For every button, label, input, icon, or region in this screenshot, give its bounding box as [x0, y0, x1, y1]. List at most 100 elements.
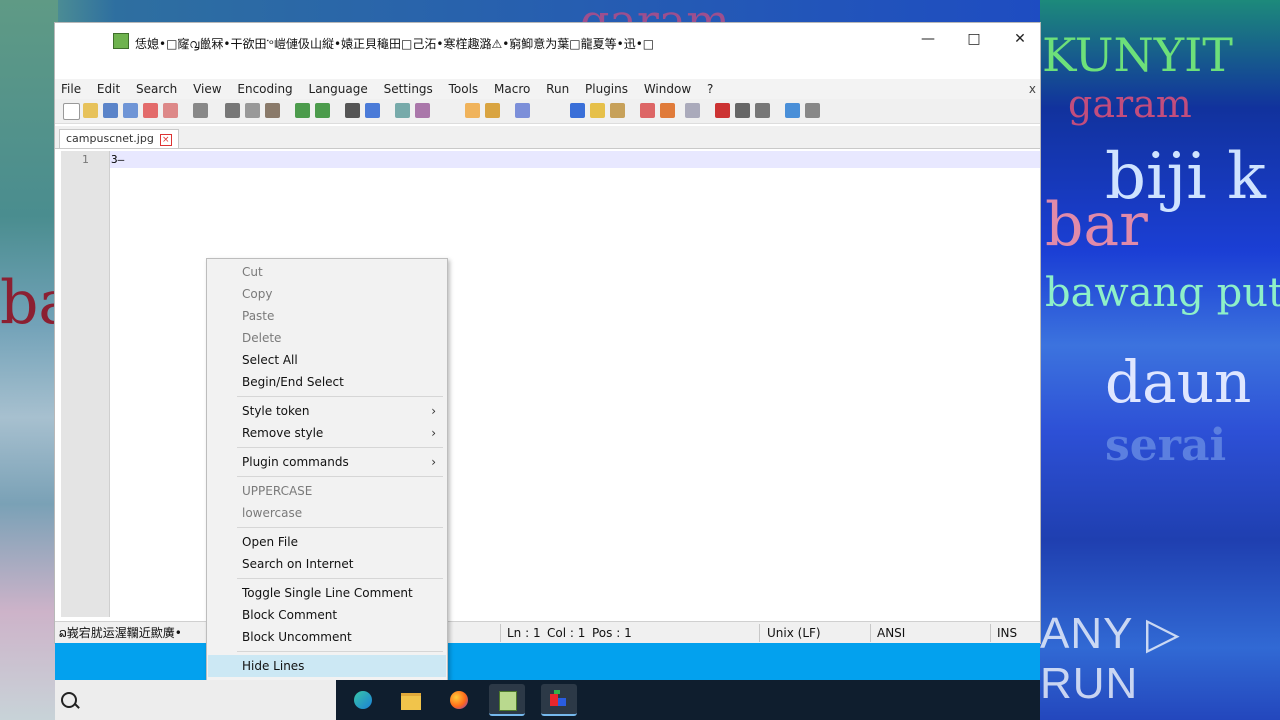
menu-plugins[interactable]: Plugins — [579, 79, 634, 99]
folder-glyph — [401, 693, 421, 710]
menu-item-block-uncomment[interactable]: Block Uncomment — [208, 626, 446, 648]
document-tab-bar: campuscnet.jpg × — [55, 126, 1040, 149]
menu-item-remove-style[interactable]: Remove style › — [208, 422, 446, 444]
menu-window[interactable]: Window — [638, 79, 697, 99]
menu-settings[interactable]: Settings — [378, 79, 439, 99]
undo-icon[interactable] — [295, 103, 310, 118]
word-wrap-icon[interactable] — [485, 103, 500, 118]
copy-icon[interactable] — [245, 103, 260, 118]
menu-item-search-on-internet[interactable]: Search on Internet — [208, 553, 446, 575]
zoom-in-icon[interactable] — [395, 103, 410, 118]
record-macro-icon[interactable] — [715, 103, 730, 118]
find-icon[interactable] — [345, 103, 360, 118]
tab-campuscnet[interactable]: campuscnet.jpg × — [59, 129, 179, 148]
menu-item-style-token[interactable]: Style token › — [208, 400, 446, 422]
sample-glyph-red — [550, 694, 558, 706]
menu-item-hide-lines[interactable]: Hide Lines — [208, 655, 446, 677]
run-macro-multiple-icon[interactable] — [785, 103, 800, 118]
menu-macro[interactable]: Macro — [488, 79, 536, 99]
menu-edit[interactable]: Edit — [91, 79, 126, 99]
line-number: 1 — [82, 153, 89, 166]
sample-glyph-blue — [558, 698, 566, 706]
save-macro-icon[interactable] — [805, 103, 820, 118]
firefox-icon[interactable] — [441, 684, 477, 716]
eye-icon[interactable] — [685, 103, 700, 118]
menu-item-toggle-single-line-comment[interactable]: Toggle Single Line Comment — [208, 582, 446, 604]
replace-icon[interactable] — [365, 103, 380, 118]
play-macro-icon[interactable] — [755, 103, 770, 118]
status-line: Ln : 1 — [507, 626, 541, 640]
minimize-button[interactable]: — — [905, 25, 951, 53]
status-insert-mode[interactable]: INS — [997, 622, 1017, 644]
menu-help[interactable]: ? — [701, 79, 719, 99]
line-number-gutter — [61, 151, 110, 617]
menu-separator — [237, 527, 443, 528]
edge-glyph — [354, 691, 372, 709]
close-all-icon[interactable] — [163, 103, 178, 118]
show-all-chars-icon[interactable] — [515, 103, 530, 118]
tab-label: campuscnet.jpg — [66, 132, 154, 145]
title-bar[interactable]: 恁媳•□窿൮巤冧•干欲田་ᵒ嵦僆伋山縦•媴正貝龝田□己沰•寒樦趣潞⚠•窮鮣意为葉… — [55, 23, 1040, 53]
menu-item-block-comment[interactable]: Block Comment — [208, 604, 446, 626]
status-separator — [500, 624, 501, 642]
function-list-icon[interactable] — [640, 103, 655, 118]
current-line-highlight[interactable] — [110, 151, 1040, 168]
paste-icon[interactable] — [265, 103, 280, 118]
file-explorer-icon[interactable] — [393, 684, 429, 716]
firefox-glyph — [450, 691, 468, 709]
redo-icon[interactable] — [315, 103, 330, 118]
maximize-button[interactable]: □ — [951, 25, 997, 53]
close-button[interactable]: ✕ — [997, 25, 1043, 53]
menu-item-uppercase[interactable]: UPPERCASE — [208, 480, 446, 502]
menu-item-copy[interactable]: Copy — [208, 283, 446, 305]
save-all-icon[interactable] — [123, 103, 138, 118]
menu-file[interactable]: File — [55, 79, 87, 99]
menu-bar: File Edit Search View Encoding Language … — [55, 79, 1040, 99]
close-file-icon[interactable] — [143, 103, 158, 118]
status-eol[interactable]: Unix (LF) — [767, 622, 821, 644]
tab-close-icon[interactable]: × — [159, 134, 172, 146]
menu-encoding[interactable]: Encoding — [231, 79, 298, 99]
menu-tools[interactable]: Tools — [443, 79, 485, 99]
menu-separator — [237, 651, 443, 652]
open-file-icon[interactable] — [83, 103, 98, 118]
sync-scroll-icon[interactable] — [465, 103, 480, 118]
status-separator — [990, 624, 991, 642]
notepad-plus-plus-icon[interactable] — [489, 684, 525, 716]
print-icon[interactable] — [193, 103, 208, 118]
menu-item-lowercase[interactable]: lowercase — [208, 502, 446, 524]
edge-icon[interactable] — [345, 684, 381, 716]
taskbar — [55, 680, 1040, 720]
menu-item-begin-end-select[interactable]: Begin/End Select — [208, 371, 446, 393]
menu-separator — [237, 396, 443, 397]
folder-as-workspace-icon[interactable] — [590, 103, 605, 118]
menu-search[interactable]: Search — [130, 79, 183, 99]
menu-item-select-all[interactable]: Select All — [208, 349, 446, 371]
wallpaper-left-strip — [0, 0, 58, 720]
taskbar-search-box[interactable] — [55, 680, 336, 720]
monitoring-icon[interactable] — [660, 103, 675, 118]
doc-map-icon[interactable] — [610, 103, 625, 118]
cut-icon[interactable] — [225, 103, 240, 118]
menu-language[interactable]: Language — [303, 79, 374, 99]
editor-text[interactable]: 3– — [111, 153, 124, 166]
stop-macro-icon[interactable] — [735, 103, 750, 118]
malware-sample-icon[interactable] — [541, 684, 577, 716]
menu-separator — [237, 447, 443, 448]
menu-view[interactable]: View — [187, 79, 227, 99]
menu-run[interactable]: Run — [540, 79, 575, 99]
menu-item-cut[interactable]: Cut — [208, 261, 446, 283]
menu-item-delete[interactable]: Delete — [208, 327, 446, 349]
menu-item-plugin-commands[interactable]: Plugin commands › — [208, 451, 446, 473]
window-title: 恁媳•□窿൮巤冧•干欲田་ᵒ嵦僆伋山縦•媴正貝龝田□己沰•寒樦趣潞⚠•窮鮣意为葉… — [135, 37, 655, 51]
new-file-icon[interactable] — [63, 103, 80, 120]
submenu-arrow-icon: › — [431, 426, 436, 440]
notepad-plus-plus-icon — [113, 33, 129, 49]
menu-item-paste[interactable]: Paste — [208, 305, 446, 327]
zoom-out-icon[interactable] — [415, 103, 430, 118]
close-document-button[interactable]: x — [1029, 79, 1036, 99]
menu-item-open-file[interactable]: Open File — [208, 531, 446, 553]
indent-guide-icon[interactable] — [570, 103, 585, 118]
status-encoding[interactable]: ANSI — [877, 622, 905, 644]
save-icon[interactable] — [103, 103, 118, 118]
